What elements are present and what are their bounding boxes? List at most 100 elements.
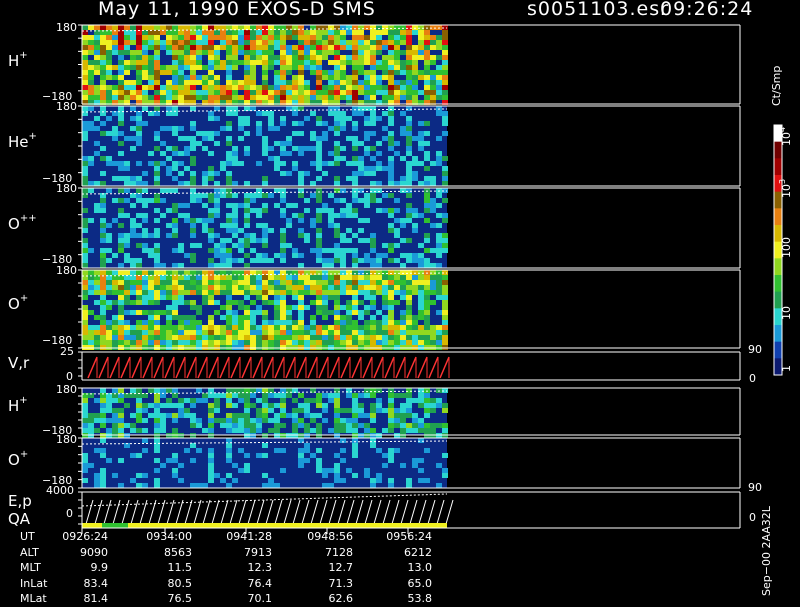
heatmap-cell: [310, 146, 316, 151]
heatmap-cell: [136, 188, 142, 193]
heatmap-cell: [442, 243, 448, 248]
heatmap-cell: [256, 111, 262, 116]
heatmap-cell: [100, 218, 106, 223]
heatmap-cell: [388, 275, 394, 280]
heatmap-cell: [298, 213, 304, 218]
heatmap-cell: [214, 141, 220, 146]
heatmap-cell: [94, 50, 100, 55]
heatmap-cell: [112, 340, 118, 345]
heatmap-cell: [274, 418, 280, 423]
heatmap-cell: [196, 330, 202, 335]
heatmap-cell: [244, 95, 250, 100]
heatmap-cell: [292, 413, 298, 418]
heatmap-cell: [262, 111, 268, 116]
heatmap-cell: [178, 70, 184, 75]
heatmap-cell: [304, 233, 310, 238]
heatmap-cell: [400, 393, 406, 398]
heatmap-cell: [406, 275, 412, 280]
heatmap-cell: [118, 208, 124, 213]
heatmap-cell: [214, 408, 220, 413]
heatmap-cell: [364, 35, 370, 40]
heatmap-cell: [442, 35, 448, 40]
heatmap-cell: [214, 418, 220, 423]
heatmap-cell: [160, 418, 166, 423]
heatmap-cell: [334, 340, 340, 345]
heatmap-cell: [88, 156, 94, 161]
heatmap-cell: [250, 75, 256, 80]
heatmap-cell: [298, 403, 304, 408]
heatmap-cell: [358, 25, 364, 30]
heatmap-cell: [412, 176, 418, 181]
heatmap-cell: [340, 90, 346, 95]
heatmap-cell: [142, 270, 148, 275]
heatmap-cell: [142, 228, 148, 233]
heatmap-cell: [364, 121, 370, 126]
heatmap-cell: [232, 90, 238, 95]
heatmap-cell: [364, 60, 370, 65]
heatmap-cell: [430, 263, 436, 268]
heatmap-cell: [328, 340, 334, 345]
heatmap-cell: [436, 188, 442, 193]
heatmap-cell: [328, 161, 334, 166]
heatmap-cell: [310, 300, 316, 305]
heatmap-cell: [340, 448, 346, 453]
heatmap-cell: [322, 263, 328, 268]
heatmap-cell: [190, 418, 196, 423]
heatmap-cell: [358, 30, 364, 35]
heatmap-cell: [352, 85, 358, 90]
heatmap-cell: [118, 35, 124, 40]
heatmap-cell: [148, 25, 154, 30]
heatmap-cell: [280, 50, 286, 55]
heatmap-cell: [202, 203, 208, 208]
heatmap-cell: [208, 458, 214, 463]
heatmap-cell: [352, 473, 358, 478]
heatmap-cell: [220, 315, 226, 320]
heatmap-cell: [106, 320, 112, 325]
heatmap-cell: [388, 458, 394, 463]
heatmap-cell: [172, 270, 178, 275]
heatmap-cell: [82, 106, 88, 111]
heatmap-cell: [178, 403, 184, 408]
heatmap-cell: [154, 228, 160, 233]
heatmap-cell: [184, 285, 190, 290]
heatmap-cell: [394, 95, 400, 100]
heatmap-cell: [442, 65, 448, 70]
heatmap-cell: [178, 335, 184, 340]
heatmap-cell: [142, 243, 148, 248]
heatmap-cell: [298, 85, 304, 90]
heatmap-cell: [316, 141, 322, 146]
heatmap-cell: [214, 275, 220, 280]
heatmap-cell: [226, 75, 232, 80]
mlt-value: 12.3: [247, 561, 273, 574]
heatmap-cell: [190, 443, 196, 448]
heatmap-cell: [148, 80, 154, 85]
heatmap-cell: [328, 330, 334, 335]
heatmap-cell: [382, 340, 388, 345]
heatmap-cell: [394, 40, 400, 45]
heatmap-cell: [328, 290, 334, 295]
heatmap-cell: [166, 403, 172, 408]
heatmap-cell: [304, 45, 310, 50]
heatmap-cell: [388, 95, 394, 100]
heatmap-cell: [88, 290, 94, 295]
energy-trace: [130, 499, 139, 525]
heatmap-cell: [202, 75, 208, 80]
heatmap-cell: [142, 218, 148, 223]
heatmap-cell: [346, 408, 352, 413]
heatmap-cell: [226, 136, 232, 141]
heatmap-cell: [136, 141, 142, 146]
heatmap-cell: [232, 151, 238, 156]
heatmap-cell: [130, 258, 136, 263]
heatmap-cell: [280, 320, 286, 325]
heatmap-cell: [106, 85, 112, 90]
heatmap-cell: [412, 50, 418, 55]
heatmap-cell: [196, 45, 202, 50]
heatmap-cell: [418, 398, 424, 403]
heatmap-cell: [202, 218, 208, 223]
heatmap-cell: [262, 45, 268, 50]
heatmap-cell: [172, 188, 178, 193]
heatmap-cell: [322, 483, 328, 488]
heatmap-cell: [250, 393, 256, 398]
heatmap-cell: [184, 335, 190, 340]
heatmap-cell: [244, 263, 250, 268]
